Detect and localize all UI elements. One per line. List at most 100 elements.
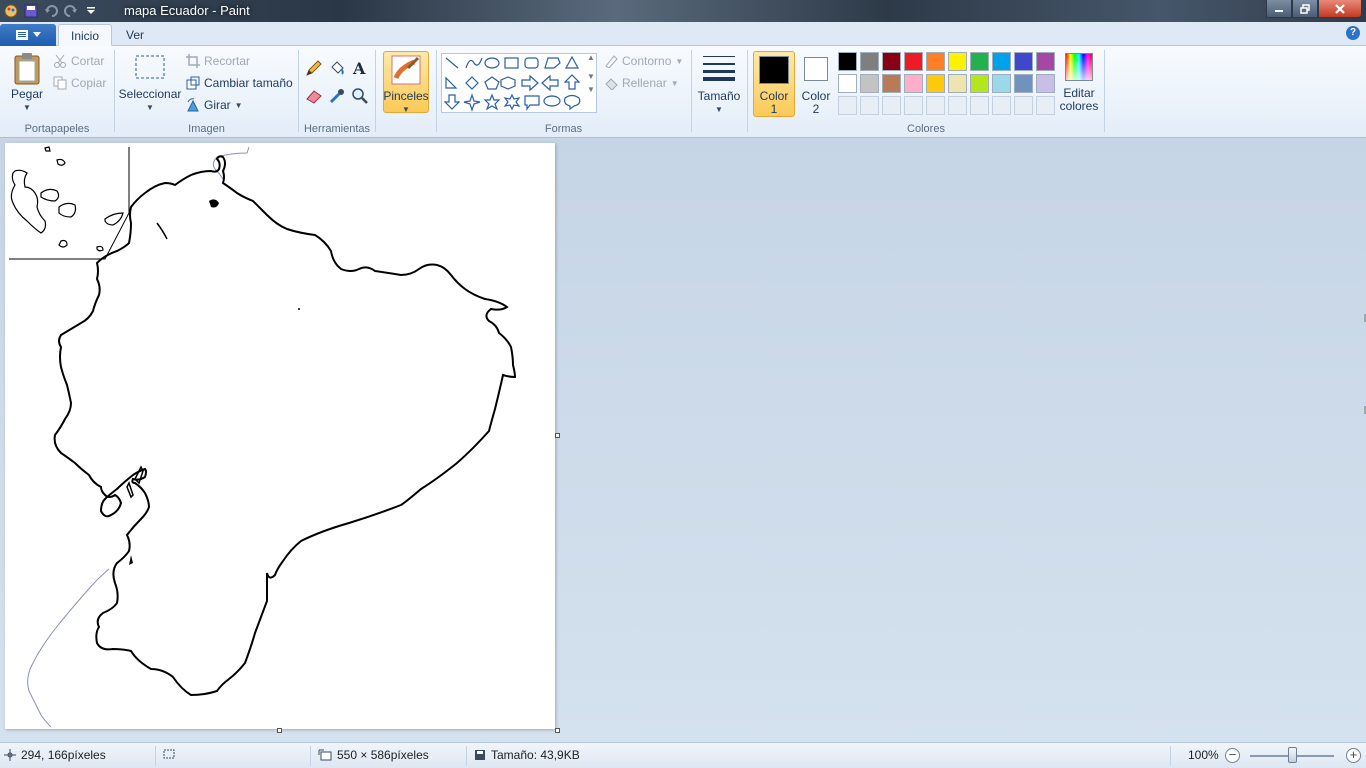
palette-swatch[interactable] [882,74,901,93]
status-separator [310,746,311,766]
magnifier-tool[interactable] [349,86,371,106]
crosshair-icon [4,749,16,761]
palette-swatch-empty[interactable] [926,96,945,115]
palette-swatch-empty[interactable] [992,96,1011,115]
canvas-resize-handle-right[interactable] [555,433,560,438]
palette-swatch[interactable] [860,74,879,93]
tab-ver[interactable]: Ver [114,24,156,46]
zoom-level-text: 100% [1188,748,1219,762]
palette-swatch[interactable] [1036,74,1055,93]
palette-swatch-empty[interactable] [1014,96,1033,115]
fill-button[interactable]: Rellenar ▼ [604,74,679,92]
zoom-slider-thumb[interactable] [1288,747,1297,763]
chevron-down-icon[interactable]: ▼ [587,72,595,81]
copy-button[interactable]: Copiar [53,74,106,92]
text-tool[interactable]: A [349,58,371,78]
status-separator [1170,746,1171,766]
right-arrow-shape-icon [521,74,539,92]
pencil-icon [306,60,322,76]
paint-bucket-icon [331,61,344,75]
drawing-canvas[interactable] [5,143,555,729]
palette-swatch-empty[interactable] [882,96,901,115]
copy-label: Copiar [71,76,107,90]
color2-button[interactable]: Color 2 [795,51,837,117]
palette-swatch[interactable] [926,74,945,93]
canvas-resize-handle-bottom[interactable] [277,728,282,733]
close-button[interactable] [1318,0,1362,18]
group-image: Seleccionar ▼ Recortar Cambiar tamaño Gi… [115,46,298,138]
size-label: Tamaño [697,89,741,103]
application-menu-button[interactable] [0,24,56,46]
paste-button[interactable]: Pegar ▼ [8,52,46,114]
resize-button[interactable]: Cambiar tamaño [186,74,293,92]
palette-swatch[interactable] [1036,52,1055,71]
five-point-star-shape-icon [483,93,501,111]
zoom-out-button[interactable]: − [1225,748,1240,763]
chevron-down-icon: ▼ [23,103,31,112]
palette-swatch[interactable] [838,74,857,93]
minimize-icon [1275,9,1283,12]
edit-colors-label-b: colores [1059,99,1099,113]
palette-swatch-empty[interactable] [1036,96,1055,115]
select-button[interactable]: Seleccionar ▼ [119,54,181,114]
palette-swatch[interactable] [948,74,967,93]
brushes-button[interactable]: Pinceles ▼ [383,51,429,114]
eraser-tool[interactable] [303,86,325,106]
save-icon[interactable] [22,2,40,20]
palette-swatch[interactable] [838,52,857,71]
palette-swatch[interactable] [904,74,923,93]
palette-swatch[interactable] [970,52,989,71]
fill-tool[interactable] [326,58,348,78]
canvas-size-icon [318,749,332,761]
palette-swatch[interactable] [970,74,989,93]
canvas-resize-handle-corner[interactable] [555,728,560,733]
chevron-up-icon[interactable]: ▲ [587,53,595,62]
palette-swatch[interactable] [860,52,879,71]
group-clipboard: Pegar ▼ Cortar Copiar Portapapeles [0,46,114,138]
selection-icon [135,55,165,79]
rotate-button[interactable]: Girar ▼ [186,96,243,114]
cut-button[interactable]: Cortar [53,52,104,70]
group-label-colors: Colores [907,123,945,135]
color-picker-tool[interactable] [326,86,348,106]
tab-inicio[interactable]: Inicio [58,24,113,46]
triangle-shape-icon [564,55,580,69]
palette-swatch-empty[interactable] [838,96,857,115]
restore-button[interactable] [1292,0,1318,18]
palette-swatch-empty[interactable] [948,96,967,115]
expand-gallery-icon[interactable]: ▼ [587,85,595,94]
palette-swatch-empty[interactable] [970,96,989,115]
line-shape-icon [445,57,459,69]
palette-swatch[interactable] [926,52,945,71]
palette-swatch[interactable] [992,74,1011,93]
palette-swatch[interactable] [1014,74,1033,93]
palette-swatch[interactable] [904,52,923,71]
pencil-tool[interactable] [303,58,325,78]
palette-swatch[interactable] [992,52,1011,71]
palette-swatch-empty[interactable] [904,96,923,115]
minimize-button[interactable] [1266,0,1292,18]
svg-text:A: A [352,59,366,77]
palette-swatch-empty[interactable] [860,96,879,115]
crop-icon [186,54,200,68]
palette-swatch[interactable] [882,52,901,71]
crop-button[interactable]: Recortar [186,52,250,70]
zoom-in-button[interactable]: + [1346,748,1361,763]
help-icon[interactable]: ? [1346,26,1360,40]
edit-colors-button[interactable]: Editar colores [1058,51,1100,113]
paste-label: Pegar [10,87,44,101]
customize-qat-icon[interactable] [82,2,100,20]
polygon-shape-icon [544,57,561,69]
magnifier-icon [352,88,368,104]
size-button[interactable]: Tamaño ▼ [696,54,742,116]
outline-button[interactable]: Contorno ▼ [604,52,683,70]
palette-swatch[interactable] [948,52,967,71]
palette-swatch[interactable] [1014,52,1033,71]
quick-access-toolbar [0,2,100,20]
redo-icon[interactable] [62,2,80,20]
color1-button[interactable]: Color 1 [753,51,795,117]
undo-icon[interactable] [42,2,60,20]
shapes-scroll[interactable]: ▲ ▼ ▼ [586,53,596,113]
paint-app-icon[interactable] [2,2,20,20]
color-spectrum-icon [1065,53,1093,81]
